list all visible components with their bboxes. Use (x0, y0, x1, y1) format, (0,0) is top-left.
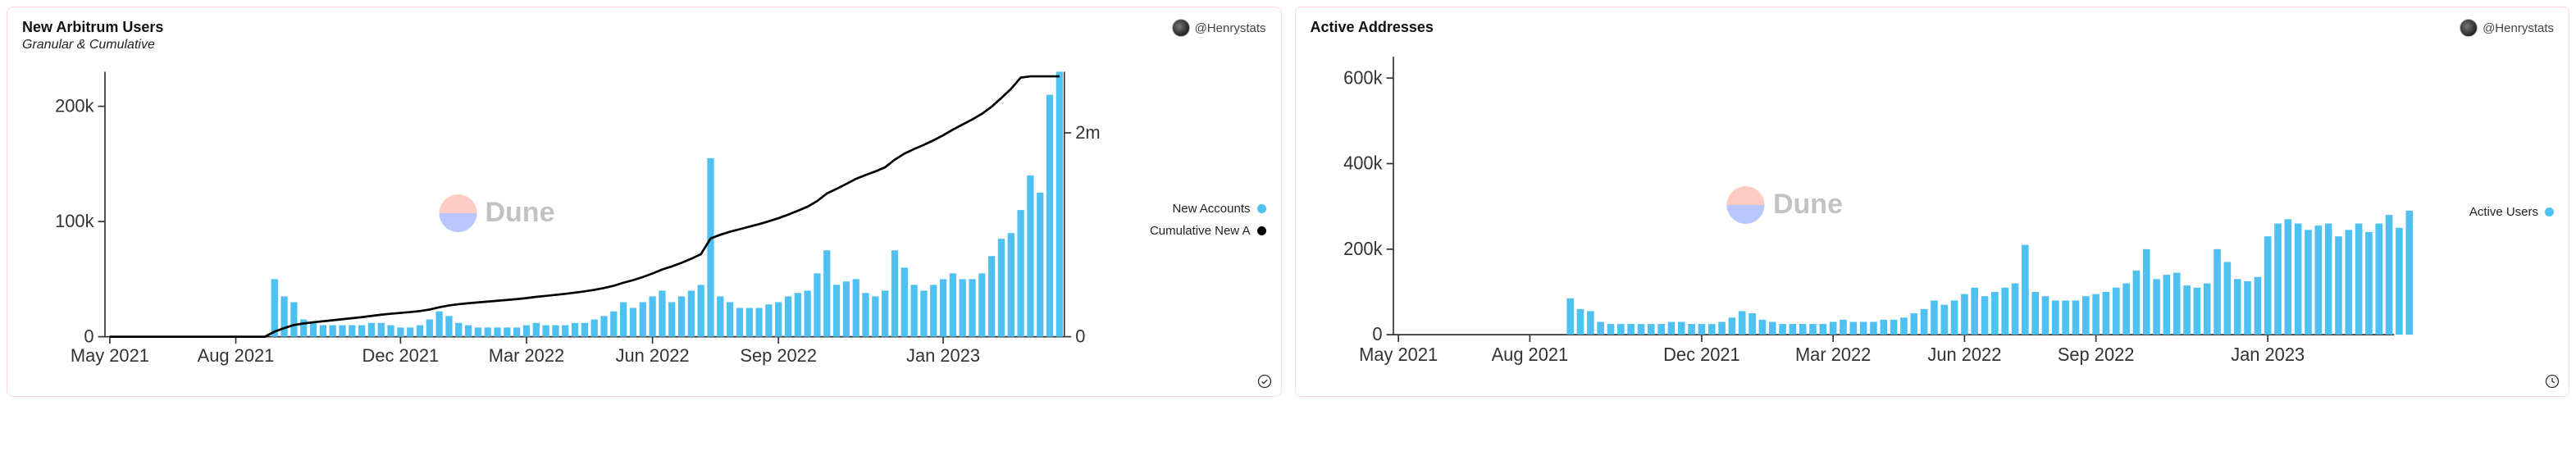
svg-text:Aug 2021: Aug 2021 (1491, 344, 1568, 365)
legend-label: New Accounts (1172, 202, 1250, 216)
legend-swatch-line-icon (1257, 226, 1266, 235)
clock-icon[interactable] (2544, 373, 2560, 390)
author-handle: @Henrystats (2483, 21, 2554, 35)
svg-text:0: 0 (84, 326, 93, 346)
legend: New Accounts Cumulative New A (1127, 61, 1266, 378)
chart-card-active-addresses: Active Addresses @Henrystats Dune 0200k4… (1295, 7, 2570, 397)
legend-item-new-accounts[interactable]: New Accounts (1135, 202, 1266, 216)
svg-text:400k: 400k (1343, 153, 1383, 174)
legend-swatch-bar-icon (1257, 204, 1266, 213)
chart-body: Dune 0200k400k600kMay 2021Aug 2021Dec 20… (1311, 45, 2555, 378)
check-circle-icon[interactable] (1256, 373, 1273, 390)
legend-swatch-bar-icon (2545, 207, 2554, 216)
svg-text:May 2021: May 2021 (71, 345, 149, 366)
legend: Active Users (2414, 45, 2554, 378)
svg-text:0: 0 (1372, 324, 1382, 345)
author-handle: @Henrystats (1195, 21, 1266, 35)
legend-item-active-users[interactable]: Active Users (2423, 205, 2554, 219)
svg-text:100k: 100k (55, 211, 93, 231)
svg-text:2m: 2m (1075, 122, 1100, 143)
svg-text:Sep 2022: Sep 2022 (740, 345, 817, 366)
svg-text:200k: 200k (1343, 238, 1383, 259)
card-header: Active Addresses @Henrystats (1311, 19, 2555, 37)
plot-area[interactable]: Dune 0100k200k02mMay 2021Aug 2021Dec 202… (22, 61, 1127, 378)
chart-subtitle: Granular & Cumulative (22, 38, 163, 52)
card-header: New Arbitrum Users Granular & Cumulative… (22, 19, 1266, 52)
avatar-icon (2460, 19, 2478, 37)
svg-text:Jun 2022: Jun 2022 (616, 345, 690, 366)
chart-title: Active Addresses (1311, 19, 1434, 36)
svg-text:0: 0 (1075, 326, 1085, 346)
author-link[interactable]: @Henrystats (1172, 19, 1266, 37)
svg-text:Mar 2022: Mar 2022 (489, 345, 564, 366)
svg-text:Mar 2022: Mar 2022 (1794, 344, 1870, 365)
svg-text:600k: 600k (1343, 67, 1383, 89)
title-block: New Arbitrum Users Granular & Cumulative (22, 19, 163, 52)
svg-text:Jun 2022: Jun 2022 (1927, 344, 2001, 365)
svg-text:Jan 2023: Jan 2023 (906, 345, 980, 366)
svg-text:May 2021: May 2021 (1359, 344, 1438, 365)
plot-area[interactable]: Dune 0200k400k600kMay 2021Aug 2021Dec 20… (1311, 45, 2415, 378)
legend-item-cumulative[interactable]: Cumulative New A (1135, 224, 1266, 238)
chart-card-new-users: New Arbitrum Users Granular & Cumulative… (7, 7, 1282, 397)
svg-text:Dec 2021: Dec 2021 (362, 345, 440, 366)
avatar-icon (1172, 19, 1190, 37)
svg-text:Sep 2022: Sep 2022 (2057, 344, 2134, 365)
title-block: Active Addresses (1311, 19, 1434, 36)
chart-body: Dune 0100k200k02mMay 2021Aug 2021Dec 202… (22, 61, 1266, 378)
svg-text:Dec 2021: Dec 2021 (1663, 344, 1740, 365)
legend-label: Cumulative New A (1150, 224, 1251, 238)
svg-text:Aug 2021: Aug 2021 (198, 345, 275, 366)
legend-label: Active Users (2469, 205, 2538, 219)
author-link[interactable]: @Henrystats (2460, 19, 2554, 37)
chart-title: New Arbitrum Users (22, 19, 163, 36)
svg-text:200k: 200k (55, 95, 93, 116)
svg-text:Jan 2023: Jan 2023 (2231, 344, 2305, 365)
